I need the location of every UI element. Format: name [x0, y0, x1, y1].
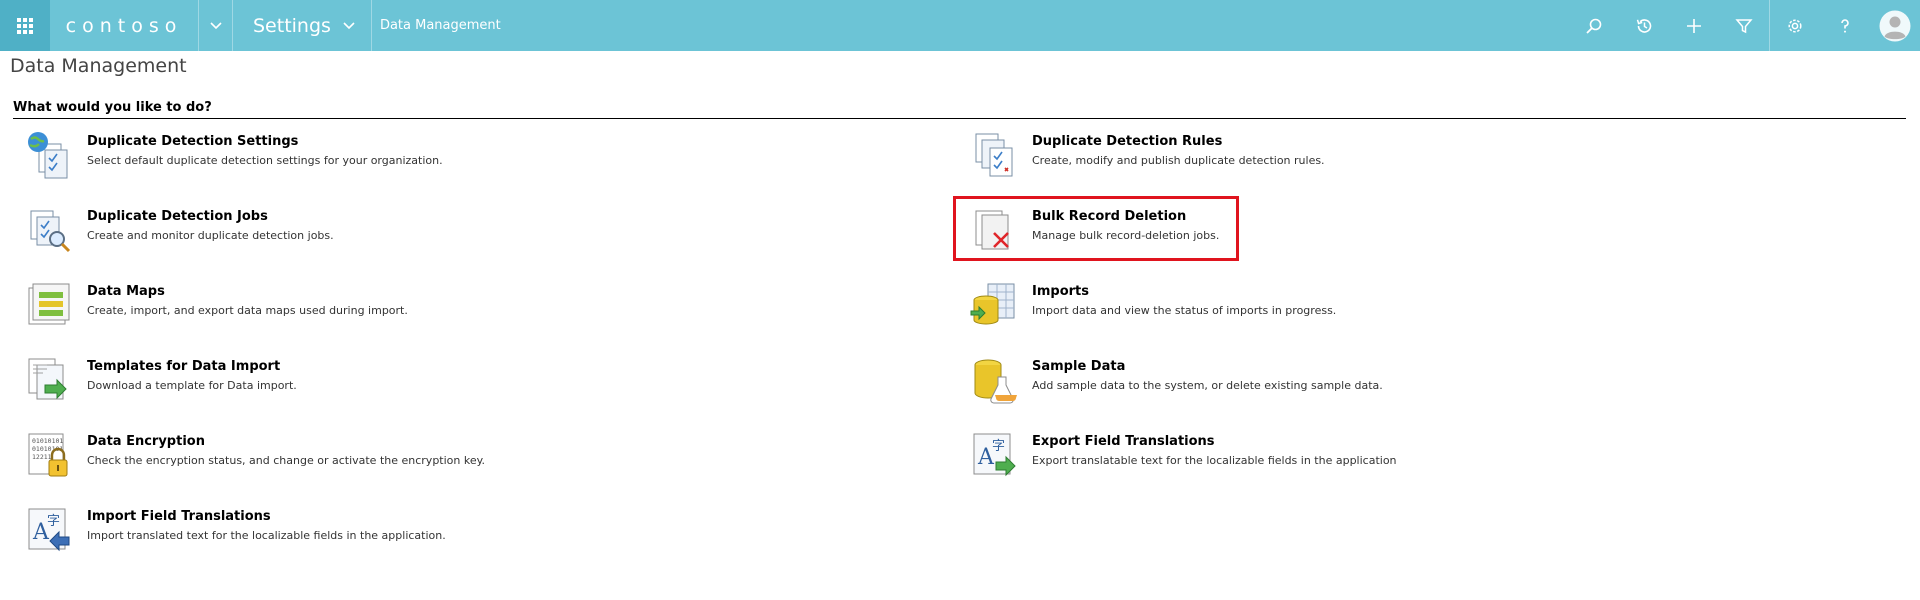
item-imports[interactable]: Imports Import data and view the status …: [958, 280, 1518, 340]
recent-button[interactable]: [1619, 0, 1669, 51]
item-title[interactable]: Duplicate Detection Settings: [87, 134, 443, 150]
item-import-field-translations[interactable]: A 字 Import Field Translations Import tra…: [13, 505, 573, 565]
item-templates-for-data-import[interactable]: Templates for Data Import Download a tem…: [13, 355, 573, 415]
item-title[interactable]: Data Maps: [87, 284, 408, 300]
translation-import-icon: A 字: [24, 505, 74, 561]
template-arrow-icon: [24, 355, 74, 411]
svg-text:字: 字: [47, 514, 60, 529]
item-export-field-translations[interactable]: A 字 Export Field Translations Export tra…: [958, 430, 1518, 490]
user-profile-button[interactable]: [1870, 0, 1920, 51]
documents-rules-icon: [969, 130, 1019, 186]
item-duplicate-detection-settings[interactable]: Duplicate Detection Settings Select defa…: [13, 130, 573, 190]
item-description: Import translated text for the localizab…: [87, 529, 446, 542]
item-data-encryption[interactable]: 01010101 01010101 12211 Data Encryption …: [13, 430, 573, 490]
search-button[interactable]: [1569, 0, 1619, 51]
item-title[interactable]: Imports: [1032, 284, 1336, 300]
item-title[interactable]: Sample Data: [1032, 359, 1383, 375]
documents-delete-icon: [969, 205, 1019, 261]
item-title[interactable]: Export Field Translations: [1032, 434, 1397, 450]
chevron-down-icon: [209, 21, 222, 29]
svg-text:01010101: 01010101: [32, 437, 63, 445]
history-icon: [1636, 18, 1652, 33]
breadcrumb[interactable]: Data Management: [372, 0, 501, 51]
item-duplicate-detection-jobs[interactable]: Duplicate Detection Jobs Create and moni…: [13, 205, 573, 265]
gear-icon: [1788, 18, 1802, 33]
item-data-maps[interactable]: Data Maps Create, import, and export dat…: [13, 280, 573, 340]
item-description: Import data and view the status of impor…: [1032, 304, 1337, 317]
database-flask-icon: [969, 355, 1019, 411]
svg-text:12211: 12211: [32, 453, 52, 461]
area-selector[interactable]: Settings: [233, 0, 372, 51]
data-map-icon: [24, 280, 74, 336]
brand-menu-button[interactable]: [199, 0, 233, 51]
item-description: Select default duplicate detection setti…: [87, 154, 443, 167]
waffle-icon: [17, 17, 33, 34]
search-icon: [1586, 18, 1602, 34]
svg-text:字: 字: [992, 439, 1005, 454]
item-description: Add sample data to the system, or delete…: [1032, 379, 1383, 392]
advanced-find-button[interactable]: [1719, 0, 1769, 51]
settings-button[interactable]: [1770, 0, 1820, 51]
area-label: Settings: [253, 14, 331, 37]
chevron-down-icon: [343, 21, 355, 29]
item-description: Create, import, and export data maps use…: [87, 304, 408, 317]
item-title[interactable]: Import Field Translations: [87, 509, 446, 525]
brand-logo[interactable]: contoso: [50, 0, 199, 51]
item-title[interactable]: Templates for Data Import: [87, 359, 297, 375]
item-description: Create, modify and publish duplicate det…: [1032, 154, 1325, 167]
item-description: Download a template for Data import.: [87, 379, 297, 392]
filter-icon: [1735, 18, 1753, 33]
plus-icon: [1687, 18, 1701, 33]
help-button[interactable]: [1820, 0, 1870, 51]
section-divider: [13, 118, 1906, 119]
app-launcher-button[interactable]: [0, 0, 50, 51]
translation-export-icon: A 字: [969, 430, 1019, 486]
item-description: Create and monitor duplicate detection j…: [87, 229, 334, 242]
database-grid-icon: [969, 280, 1019, 336]
item-title[interactable]: Data Encryption: [87, 434, 485, 450]
item-duplicate-detection-rules[interactable]: Duplicate Detection Rules Create, modify…: [958, 130, 1518, 190]
help-icon: [1841, 18, 1849, 33]
page-title: Data Management: [10, 55, 187, 77]
documents-magnifier-icon: [24, 205, 74, 261]
binary-lock-icon: 01010101 01010101 12211: [24, 430, 74, 486]
item-sample-data[interactable]: Sample Data Add sample data to the syste…: [958, 355, 1518, 415]
item-description: Manage bulk record-deletion jobs.: [1032, 229, 1220, 242]
avatar-icon: [1879, 10, 1911, 41]
item-description: Check the encryption status, and change …: [87, 454, 486, 467]
section-heading: What would you like to do?: [13, 100, 212, 115]
item-title[interactable]: Duplicate Detection Rules: [1032, 134, 1325, 150]
item-title[interactable]: Bulk Record Deletion: [1032, 209, 1219, 225]
item-title[interactable]: Duplicate Detection Jobs: [87, 209, 334, 225]
item-bulk-record-deletion[interactable]: Bulk Record Deletion Manage bulk record-…: [958, 205, 1518, 265]
globe-documents-icon: [24, 130, 74, 186]
top-nav-bar: contoso Settings Data Management: [0, 0, 1920, 51]
create-button[interactable]: [1669, 0, 1719, 51]
item-description: Export translatable text for the localiz…: [1032, 454, 1397, 467]
